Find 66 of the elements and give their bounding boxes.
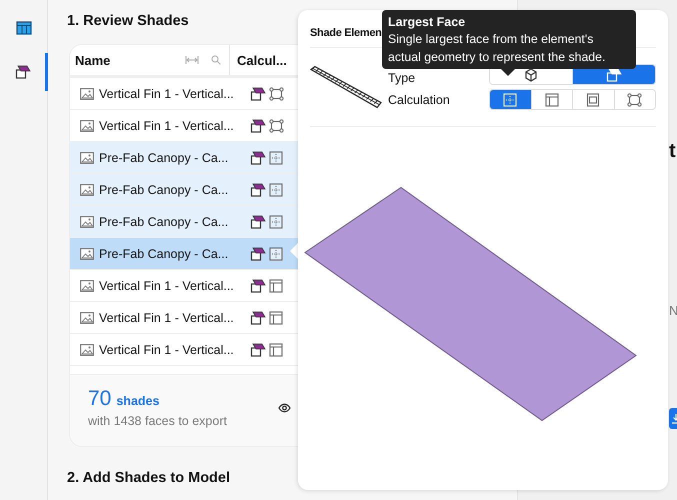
table-icon	[16, 21, 32, 35]
image-icon	[80, 344, 94, 356]
shade-name: Vertical Fin 1 - Vertical...	[99, 278, 234, 292]
faces-summary: with 1438 faces to export	[88, 414, 227, 428]
table-row[interactable]: Vertical Fin 1 - Vertical...	[70, 78, 299, 110]
table-row[interactable]: Pre-Fab Canopy - Ca...	[70, 206, 299, 238]
panel-icon	[269, 310, 283, 324]
face-icon	[503, 92, 518, 106]
shade-name: Vertical Fin 1 - Vertical...	[99, 342, 234, 356]
shade-icon	[250, 118, 266, 132]
tooltip-title: Largest Face	[388, 14, 466, 30]
face-icon	[269, 246, 283, 260]
image-icon	[80, 312, 94, 324]
shade-count: 70	[88, 387, 112, 411]
image-icon	[80, 120, 94, 132]
table-row[interactable]: Vertical Fin 1 - Vertical...	[70, 334, 299, 366]
field-label: Type	[388, 71, 416, 85]
image-icon	[80, 184, 94, 196]
shade-name: Vertical Fin 1 - Vertical...	[99, 310, 234, 324]
field-label: Calculation	[388, 92, 450, 106]
panel-icon	[269, 278, 283, 292]
field-label: N	[669, 303, 677, 318]
shade-icon	[14, 65, 30, 79]
table-row[interactable]: Pre-Fab Canopy - Ca...	[70, 238, 299, 270]
shade-name: Pre-Fab Canopy - Ca...	[99, 150, 228, 164]
shade-icon	[250, 310, 266, 324]
bounding-box-icon	[269, 86, 284, 100]
image-icon	[80, 280, 94, 292]
image-icon	[80, 248, 94, 260]
shade-icon	[250, 278, 266, 292]
panel-icon	[269, 342, 283, 356]
shade-icon	[606, 68, 622, 82]
image-icon	[80, 152, 94, 164]
shade-name: Pre-Fab Canopy - Ca...	[99, 214, 228, 228]
eye-icon[interactable]	[278, 403, 291, 413]
shade-name: Vertical Fin 1 - Vertical...	[99, 118, 234, 132]
panel-heading: ti	[669, 140, 677, 163]
face-icon	[269, 150, 283, 164]
shade-name: Vertical Fin 1 - Vertical...	[99, 86, 234, 100]
column-header[interactable]: Calcul...	[230, 52, 287, 68]
table-row[interactable]: Pre-Fab Canopy - Ca...	[70, 174, 299, 206]
face-icon	[269, 182, 283, 196]
shade-icon	[250, 150, 266, 164]
face-icon	[269, 214, 283, 228]
bounding-box-icon	[269, 118, 284, 132]
shade-icon	[250, 214, 266, 228]
shade-icon	[250, 246, 266, 260]
shade-icon	[250, 182, 266, 196]
column-header[interactable]: Name	[75, 52, 185, 68]
shade-icon	[250, 342, 266, 356]
cube-icon	[524, 68, 538, 82]
table-row[interactable]: Vertical Fin 1 - Vertical...	[70, 302, 299, 334]
fin-drawing	[310, 65, 382, 109]
section-title: 2. Add Shades to Model	[67, 470, 230, 488]
image-icon	[80, 88, 94, 100]
frame-icon	[586, 92, 600, 106]
shade-name: Pre-Fab Canopy - Ca...	[99, 246, 228, 260]
shade-name: Pre-Fab Canopy - Ca...	[99, 182, 228, 196]
table-row[interactable]: Vertical Fin 1 - Vertical...	[70, 270, 299, 302]
shade-icon	[250, 86, 266, 100]
section-title: 1. Review Shades	[67, 13, 189, 31]
image-icon	[80, 216, 94, 228]
bounding-box-icon	[627, 92, 642, 106]
panel-icon	[544, 92, 559, 106]
count-unit: shades	[116, 394, 160, 408]
table-row[interactable]: Pre-Fab Canopy - Ca...	[70, 142, 299, 174]
